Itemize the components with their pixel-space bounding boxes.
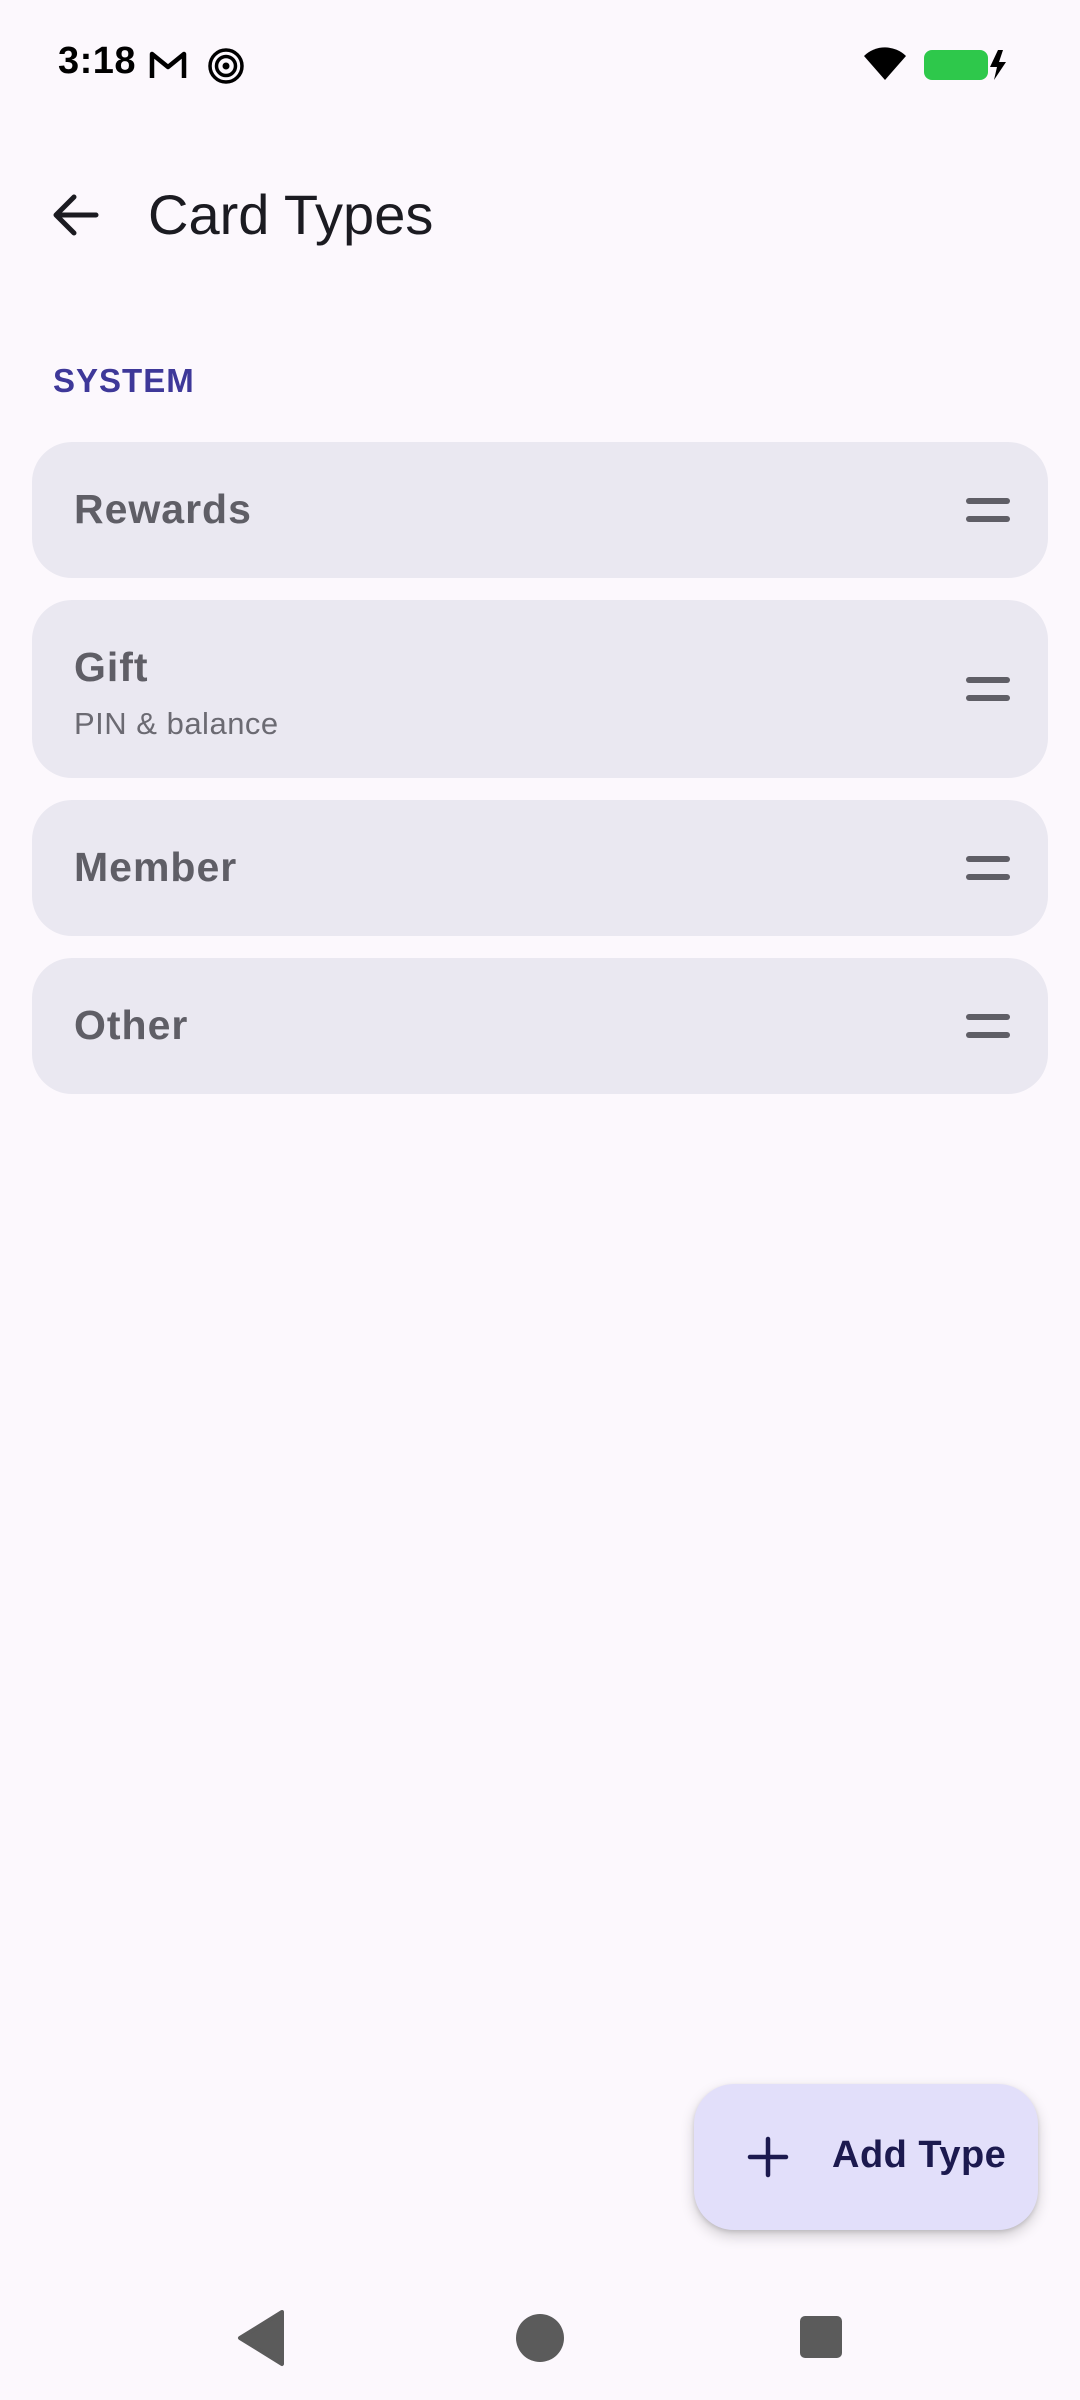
system-nav-bar [0,2280,1080,2400]
card-type-list: Rewards Gift PIN & balance Member Other [32,442,1048,1116]
card-types-screen: 3:18 Card Types SYSTEM Rewards Gift PIN … [0,0,1080,2400]
arrow-back-icon [53,194,99,236]
drag-handle-icon[interactable] [966,498,1010,522]
nav-back-icon[interactable] [232,2308,288,2368]
nav-home-icon[interactable] [516,2314,564,2362]
page-title: Card Types [148,183,434,246]
battery-charging-icon [924,50,1006,80]
card-type-label: Other [74,1002,189,1048]
nav-recents-icon[interactable] [800,2316,842,2358]
add-type-button[interactable]: Add Type [694,2084,1038,2230]
add-type-label: Add Type [832,2134,1007,2176]
status-time: 3:18 [58,40,137,82]
top-app-bar: Card Types [0,150,1080,280]
drag-handle-icon[interactable] [966,856,1010,880]
drag-handle-icon[interactable] [966,1014,1010,1038]
gmail-icon [149,51,187,78]
card-type-label: Rewards [74,486,252,532]
section-header-system: SYSTEM [53,362,195,399]
drag-handle-icon[interactable] [966,677,1010,701]
card-type-item-other[interactable]: Other [32,958,1048,1094]
target-icon [208,48,244,84]
status-bar: 3:18 [0,0,1080,130]
card-type-label: Member [74,844,238,890]
card-type-item-gift[interactable]: Gift PIN & balance [32,600,1048,778]
wifi-icon [864,47,906,80]
back-button[interactable] [30,170,120,260]
card-type-label: Gift [74,644,149,690]
plus-icon [747,2136,789,2178]
card-type-item-rewards[interactable]: Rewards [32,442,1048,578]
card-type-sublabel: PIN & balance [74,706,279,741]
card-type-item-member[interactable]: Member [32,800,1048,936]
